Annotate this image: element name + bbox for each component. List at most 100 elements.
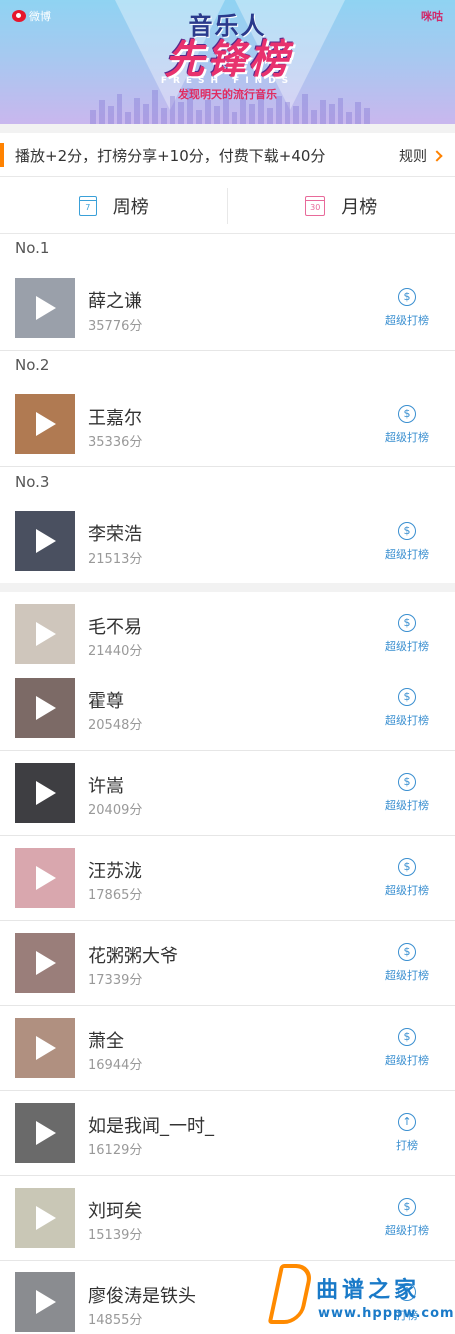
play-icon xyxy=(36,781,56,805)
action-label: 超级打榜 xyxy=(385,548,429,561)
artist-score: 21513分 xyxy=(88,552,143,567)
artist-score: 20409分 xyxy=(88,803,143,818)
action-label: 超级打榜 xyxy=(385,1054,429,1067)
list-item[interactable]: 薛之谦 35776分 $ 超级打榜 xyxy=(0,266,455,351)
action-label: 打榜 xyxy=(396,1139,418,1152)
avatar[interactable] xyxy=(15,604,75,664)
avatar[interactable] xyxy=(15,763,75,823)
play-icon xyxy=(36,296,56,320)
dollar-circle-icon: $ xyxy=(398,1198,416,1216)
list-item[interactable]: 汪苏泷 17865分 $ 超级打榜 xyxy=(0,836,455,921)
tab-weekly-label: 周榜 xyxy=(112,196,149,218)
artist-name: 王嘉尔 xyxy=(88,408,142,429)
divider xyxy=(0,466,455,467)
super-vote-button[interactable]: $ 超级打榜 xyxy=(379,1198,435,1238)
list-item[interactable]: 霍尊 20548分 $ 超级打榜 xyxy=(0,673,455,751)
list-item[interactable]: 如是我闻_一时_ 16129分 ↑ 打榜 xyxy=(0,1091,455,1176)
list-item[interactable]: 许嵩 20409分 $ 超级打榜 xyxy=(0,751,455,836)
period-tabs: 7 周榜 30 月榜 xyxy=(0,178,455,234)
avatar[interactable] xyxy=(15,278,75,338)
artist-score: 21440分 xyxy=(88,644,143,659)
artist-name: 刘珂矣 xyxy=(88,1201,142,1222)
rank-label: No.3 xyxy=(15,473,50,491)
calendar-month-icon: 30 xyxy=(305,195,326,216)
scoring-notice: 播放+2分，打榜分享+10分，付费下载+40分 规则 xyxy=(0,133,455,177)
vote-button[interactable]: ↑ 打榜 xyxy=(379,1113,435,1153)
artist-name: 霍尊 xyxy=(88,691,124,712)
play-icon xyxy=(36,1290,56,1314)
avatar[interactable] xyxy=(15,933,75,993)
action-label: 超级打榜 xyxy=(385,714,429,727)
dollar-circle-icon: $ xyxy=(398,522,416,540)
play-icon xyxy=(36,1121,56,1145)
avatar[interactable] xyxy=(15,511,75,571)
artist-score: 35776分 xyxy=(88,319,143,334)
avatar[interactable] xyxy=(15,848,75,908)
artist-score: 17865分 xyxy=(88,888,143,903)
avatar[interactable] xyxy=(15,678,75,738)
artist-score: 17339分 xyxy=(88,973,143,988)
avatar[interactable] xyxy=(15,1188,75,1248)
site-watermark: 曲谱之家 www.hpppw.com xyxy=(267,1262,455,1334)
list-item[interactable]: 李荣浩 21513分 $ 超级打榜 xyxy=(0,500,455,583)
list-item[interactable]: 毛不易 21440分 $ 超级打榜 xyxy=(0,600,455,673)
banner-subtitle-en: FRESH FINDS xyxy=(160,76,295,86)
calendar-week-icon: 7 xyxy=(78,195,97,216)
artist-name: 汪苏泷 xyxy=(88,861,142,882)
list-item[interactable]: 萧全 16944分 $ 超级打榜 xyxy=(0,1006,455,1091)
play-icon xyxy=(36,866,56,890)
tab-weekly[interactable]: 7 周榜 xyxy=(0,178,228,233)
dollar-circle-icon: $ xyxy=(398,405,416,423)
artist-name: 薛之谦 xyxy=(88,291,142,312)
action-label: 超级打榜 xyxy=(385,431,429,444)
play-icon xyxy=(36,1206,56,1230)
action-label: 超级打榜 xyxy=(385,969,429,982)
chevron-right-icon xyxy=(431,150,443,162)
artist-score: 15139分 xyxy=(88,1228,143,1243)
artist-score: 16129分 xyxy=(88,1143,143,1158)
artist-score: 35336分 xyxy=(88,435,143,450)
list-item[interactable]: 王嘉尔 35336分 $ 超级打榜 xyxy=(0,383,455,467)
artist-name: 李荣浩 xyxy=(88,524,142,545)
play-icon xyxy=(36,696,56,720)
watermark-site-name: 曲谱之家 xyxy=(316,1278,421,1303)
artist-score: 14855分 xyxy=(88,1313,143,1328)
super-vote-button[interactable]: $ 超级打榜 xyxy=(379,522,435,562)
super-vote-button[interactable]: $ 超级打榜 xyxy=(379,1028,435,1068)
super-vote-button[interactable]: $ 超级打榜 xyxy=(379,773,435,813)
play-icon xyxy=(36,1036,56,1060)
dollar-circle-icon: $ xyxy=(398,614,416,632)
artist-name: 毛不易 xyxy=(88,617,142,638)
super-vote-button[interactable]: $ 超级打榜 xyxy=(379,614,435,654)
super-vote-button[interactable]: $ 超级打榜 xyxy=(379,405,435,445)
super-vote-button[interactable]: $ 超级打榜 xyxy=(379,288,435,328)
section-gap xyxy=(0,583,455,592)
banner-title-top: 音乐人 xyxy=(188,12,267,40)
artist-name: 花粥粥大爷 xyxy=(88,946,178,967)
arrow-up-circle-icon: ↑ xyxy=(398,1113,416,1131)
super-vote-button[interactable]: $ 超级打榜 xyxy=(379,858,435,898)
action-label: 超级打榜 xyxy=(385,799,429,812)
avatar[interactable] xyxy=(15,394,75,454)
tab-monthly-label: 月榜 xyxy=(341,196,378,218)
rules-link[interactable]: 规则 xyxy=(399,146,443,166)
super-vote-button[interactable]: $ 超级打榜 xyxy=(379,688,435,728)
banner-slogan: 发现明天的流行音乐 xyxy=(178,88,277,101)
artist-name: 如是我闻_一时_ xyxy=(88,1116,214,1137)
notice-text: 播放+2分，打榜分享+10分，付费下载+40分 xyxy=(15,147,326,165)
action-label: 超级打榜 xyxy=(385,640,429,653)
watermark-logo-icon xyxy=(267,1264,315,1324)
play-icon xyxy=(36,529,56,553)
banner-title: 音乐人 先锋榜 FRESH FINDS 发现明天的流行音乐 xyxy=(0,14,455,102)
super-vote-button[interactable]: $ 超级打榜 xyxy=(379,943,435,983)
tab-monthly[interactable]: 30 月榜 xyxy=(228,178,455,233)
dollar-circle-icon: $ xyxy=(398,688,416,706)
avatar[interactable] xyxy=(15,1272,75,1332)
avatar[interactable] xyxy=(15,1018,75,1078)
play-icon xyxy=(36,951,56,975)
rank-label: No.1 xyxy=(15,239,50,257)
list-item[interactable]: 刘珂矣 15139分 $ 超级打榜 xyxy=(0,1176,455,1261)
dollar-circle-icon: $ xyxy=(398,943,416,961)
avatar[interactable] xyxy=(15,1103,75,1163)
list-item[interactable]: 花粥粥大爷 17339分 $ 超级打榜 xyxy=(0,921,455,1006)
